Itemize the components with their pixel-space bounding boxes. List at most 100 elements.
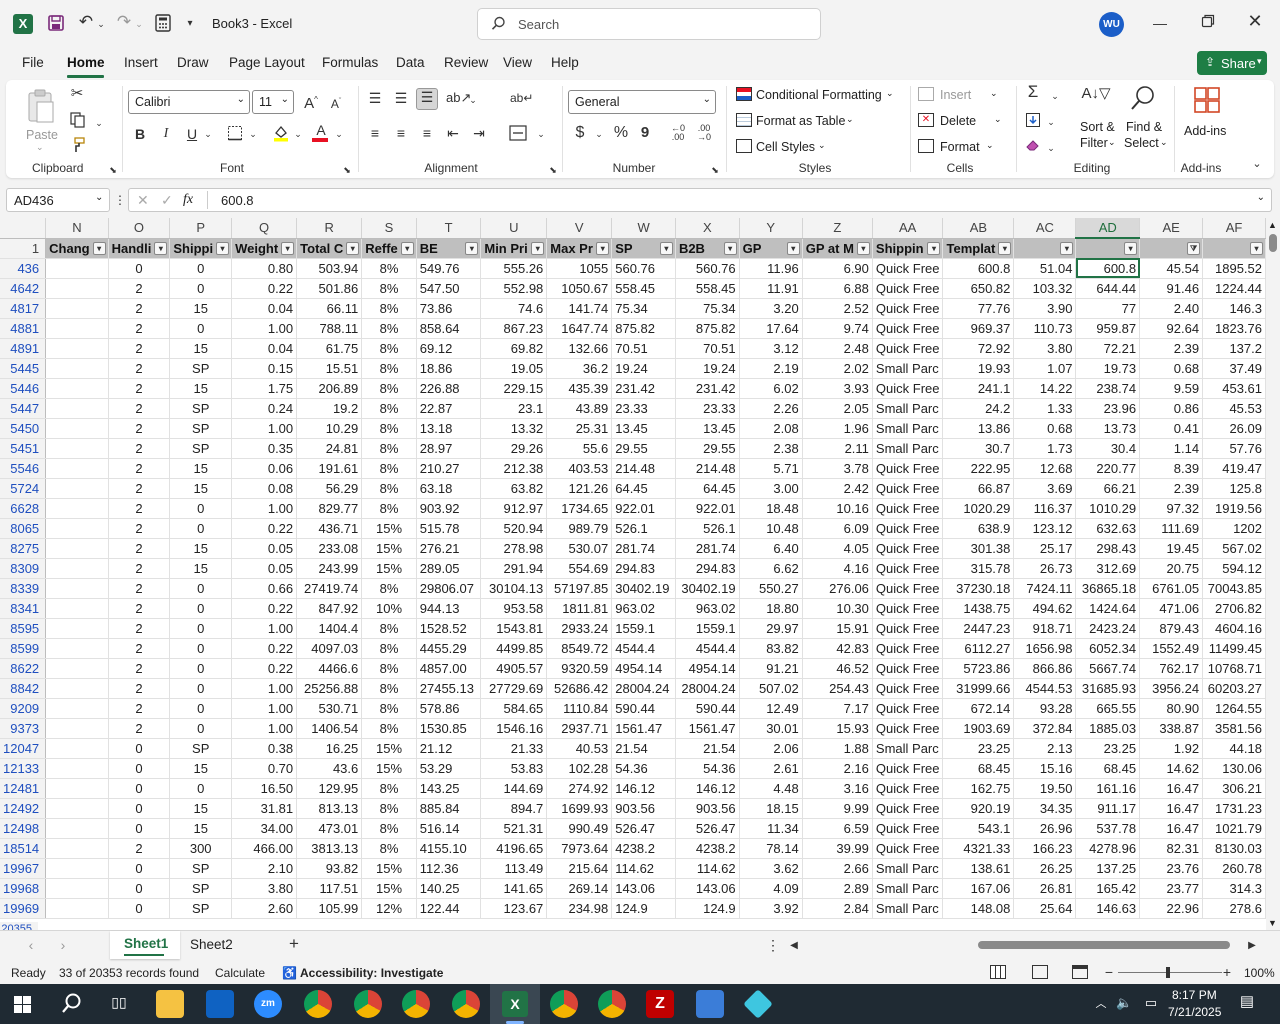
table-cell[interactable]: 16.47 xyxy=(1139,818,1204,839)
row-number[interactable]: 5447 xyxy=(0,398,47,419)
table-cell[interactable]: 2.10 xyxy=(231,858,298,879)
table-cell[interactable]: Quick Free xyxy=(872,638,944,659)
table-cell[interactable]: Quick Free xyxy=(872,798,944,819)
table-cell[interactable]: Quick Free xyxy=(872,318,944,339)
table-cell[interactable]: 2933.24 xyxy=(546,618,613,639)
table-cell[interactable]: 9320.59 xyxy=(546,658,613,679)
filter-dropdown-icon[interactable]: ▾ xyxy=(723,241,737,255)
close-icon[interactable]: ✕ xyxy=(1245,12,1265,30)
table-cell[interactable]: 922.01 xyxy=(611,498,676,519)
table-cell[interactable]: 2 xyxy=(108,458,171,479)
table-cell[interactable]: 0.35 xyxy=(231,438,298,459)
table-cell[interactable] xyxy=(45,718,109,739)
table-cell[interactable]: 6.09 xyxy=(802,518,873,539)
decrease-indent-icon[interactable]: ⇤ xyxy=(444,125,462,141)
table-cell[interactable]: 19.24 xyxy=(675,358,740,379)
table-cell[interactable]: 93.28 xyxy=(1013,698,1077,719)
table-cell[interactable]: 68.45 xyxy=(1075,758,1141,779)
table-cell[interactable]: 567.02 xyxy=(1202,538,1266,559)
filter-header-cell[interactable]: Total C ▾ xyxy=(296,238,363,259)
table-cell[interactable]: 25.31 xyxy=(546,418,613,439)
table-cell[interactable]: Quick Free xyxy=(872,278,944,299)
table-cell[interactable]: 1561.47 xyxy=(675,718,740,739)
table-cell[interactable]: 278.6 xyxy=(1202,898,1266,919)
table-cell[interactable]: 167.06 xyxy=(942,878,1015,899)
chrome-icon[interactable] xyxy=(304,990,332,1018)
table-cell[interactable]: 0 xyxy=(169,498,233,519)
table-cell[interactable]: 2 xyxy=(108,558,171,579)
table-cell[interactable]: 162.75 xyxy=(942,778,1015,799)
borders-dropdown-icon[interactable]: ⌄ xyxy=(248,126,258,142)
table-cell[interactable]: 858.64 xyxy=(416,318,482,339)
hscroll-right-icon[interactable]: ▶ xyxy=(1246,938,1258,954)
table-cell[interactable]: 4.05 xyxy=(802,538,873,559)
row-number[interactable]: 9373 xyxy=(0,718,47,739)
increase-font-size-icon[interactable]: A^ xyxy=(301,92,321,112)
table-cell[interactable]: 2 xyxy=(108,438,171,459)
filter-header-cell[interactable]: Handli ▾ xyxy=(108,238,171,259)
tab-formulas[interactable]: Formulas xyxy=(322,55,378,70)
table-cell[interactable]: Quick Free xyxy=(872,538,944,559)
table-cell[interactable]: SP xyxy=(169,418,233,439)
table-cell[interactable]: 1.07 xyxy=(1013,358,1077,379)
worksheet-grid[interactable]: N O P Q R S T U V W X Y Z AA AB AC AD AE AF 1 Chang ▾ Handli ▾… xyxy=(0,218,1266,930)
column-header-aa[interactable]: AA xyxy=(872,218,944,239)
table-cell[interactable]: 2 xyxy=(108,478,171,499)
table-cell[interactable]: 990.49 xyxy=(546,818,613,839)
table-cell[interactable]: 29.55 xyxy=(611,438,676,459)
table-cell[interactable]: 3.16 xyxy=(802,778,873,799)
table-cell[interactable]: 306.21 xyxy=(1202,778,1266,799)
table-cell[interactable]: 2.19 xyxy=(739,358,803,379)
table-cell[interactable]: 25.64 xyxy=(1013,898,1077,919)
table-cell[interactable]: 1.00 xyxy=(231,718,298,739)
table-cell[interactable]: 45.54 xyxy=(1139,258,1204,279)
table-cell[interactable]: 8% xyxy=(361,318,417,339)
table-cell[interactable]: 294.83 xyxy=(675,558,740,579)
table-cell[interactable]: Small Parc xyxy=(872,418,944,439)
column-header-w[interactable]: W xyxy=(611,218,676,239)
row-number[interactable]: 8275 xyxy=(0,538,47,559)
table-cell[interactable]: 77 xyxy=(1075,298,1141,319)
table-cell[interactable]: 419.47 xyxy=(1202,458,1266,479)
expand-formula-icon[interactable]: ⌄ xyxy=(1257,192,1265,203)
table-cell[interactable]: 0 xyxy=(108,858,171,879)
table-cell[interactable]: 10.16 xyxy=(802,498,873,519)
customize-toolbar-icon[interactable]: ▾ xyxy=(184,16,196,32)
tab-file[interactable]: File xyxy=(22,55,44,70)
table-cell[interactable]: 2937.71 xyxy=(546,718,613,739)
row-number[interactable]: 5445 xyxy=(0,358,47,379)
table-cell[interactable]: 57197.85 xyxy=(546,578,613,599)
table-cell[interactable]: 3.69 xyxy=(1013,478,1077,499)
table-cell[interactable]: 26.96 xyxy=(1013,818,1077,839)
table-cell[interactable]: 903.92 xyxy=(416,498,482,519)
chrome-icon[interactable] xyxy=(452,990,480,1018)
row-number[interactable]: 6628 xyxy=(0,498,47,519)
table-cell[interactable]: 26.09 xyxy=(1202,418,1266,439)
table-cell[interactable]: 4097.03 xyxy=(296,638,363,659)
bottom-align-icon[interactable]: ☰ xyxy=(416,88,438,110)
table-cell[interactable]: 3.62 xyxy=(739,858,803,879)
horizontal-scroll-thumb[interactable] xyxy=(978,941,1230,949)
filter-header-cell[interactable]: Min Pri ▾ xyxy=(480,238,548,259)
table-cell[interactable]: 2 xyxy=(108,278,171,299)
table-cell[interactable]: 1110.84 xyxy=(546,698,613,719)
table-cell[interactable]: Quick Free xyxy=(872,818,944,839)
table-cell[interactable]: 526.1 xyxy=(675,518,740,539)
increase-decimal-icon[interactable]: ←0.00 xyxy=(668,124,688,142)
table-cell[interactable]: 13.73 xyxy=(1075,418,1141,439)
font-name-select[interactable]: Calibri ⌄ xyxy=(128,90,250,114)
alignment-launcher-icon[interactable]: ⬊ xyxy=(548,162,558,178)
middle-align-icon[interactable]: ☰ xyxy=(392,90,410,106)
table-cell[interactable]: 15.51 xyxy=(296,358,363,379)
cell-styles-button[interactable]: Cell Styles ⌄ xyxy=(734,136,834,158)
table-cell[interactable]: 4278.96 xyxy=(1075,838,1141,859)
table-cell[interactable]: Quick Free xyxy=(872,518,944,539)
table-cell[interactable]: 4604.16 xyxy=(1202,618,1266,639)
table-cell[interactable]: 6.40 xyxy=(739,538,803,559)
copy-icon[interactable] xyxy=(68,112,86,131)
table-cell[interactable]: 234.98 xyxy=(546,898,613,919)
table-cell[interactable]: 2 xyxy=(108,518,171,539)
table-cell[interactable]: 31999.66 xyxy=(942,678,1015,699)
table-cell[interactable]: 18.15 xyxy=(739,798,803,819)
table-cell[interactable]: 51.04 xyxy=(1013,258,1077,279)
